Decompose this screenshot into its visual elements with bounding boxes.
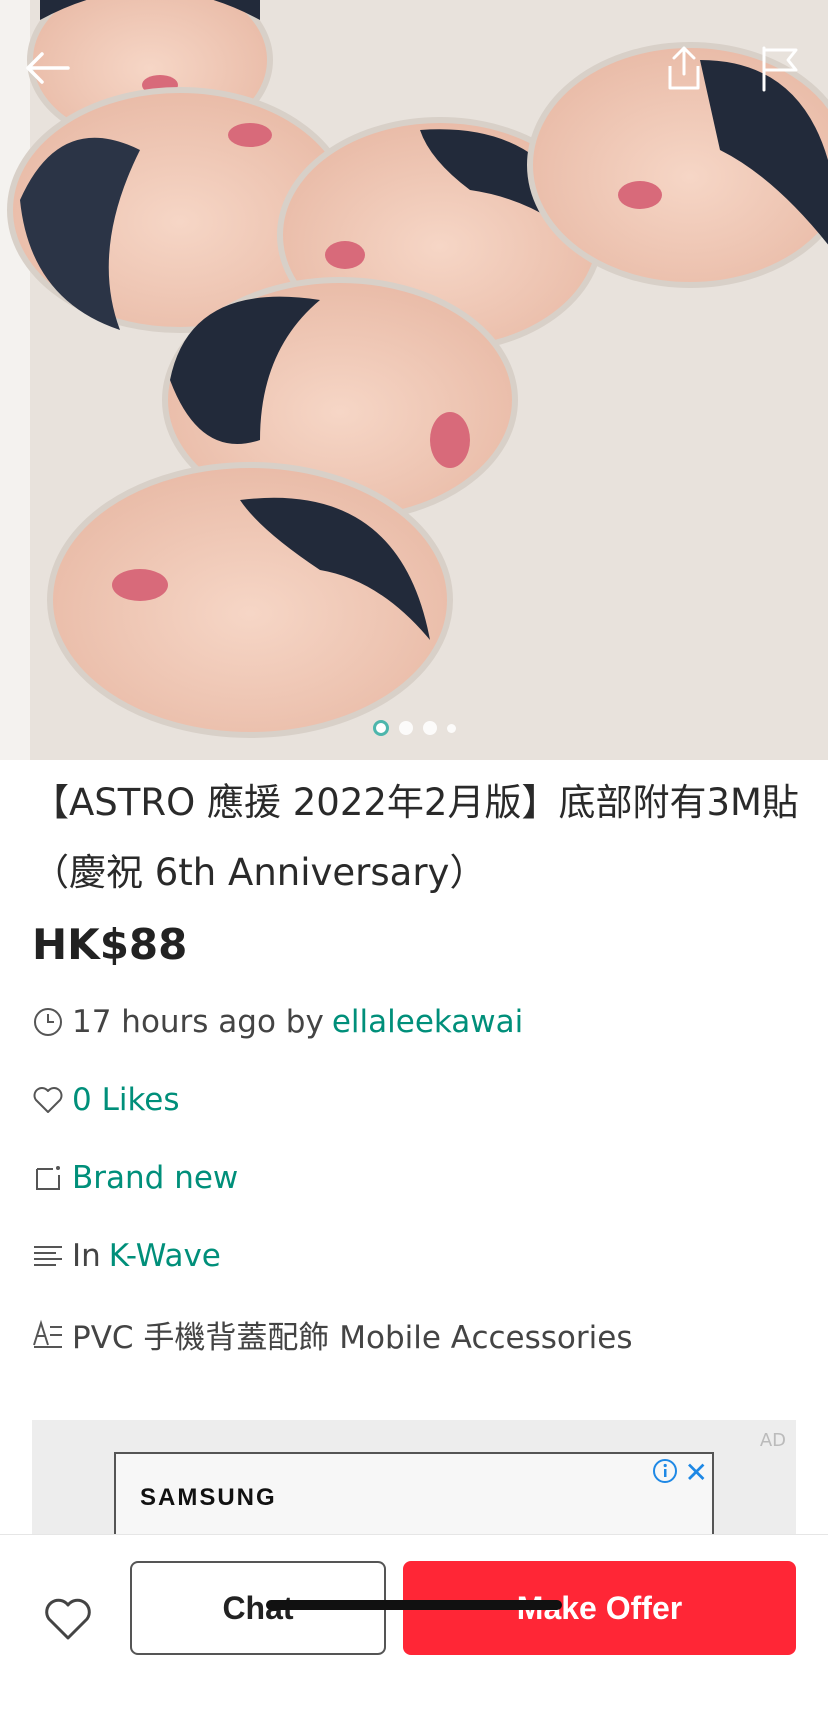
ad-brand: SAMSUNG [140,1484,277,1511]
category-prefix: In [72,1238,101,1274]
subcategory-row: PVC 手機背蓋配飾 Mobile Accessories [32,1314,633,1356]
like-button[interactable] [40,1591,96,1647]
listing-photo[interactable] [0,0,828,760]
likes-count[interactable]: 0 Likes [72,1082,180,1118]
condition-row: Brand new [32,1158,238,1198]
likes-row[interactable]: 0 Likes [32,1080,180,1120]
ad-label: AD [759,1430,786,1451]
subcategory-icon [32,1318,64,1350]
heart-icon [32,1084,64,1116]
close-icon[interactable]: ✕ [685,1456,708,1489]
posted-time: 17 hours ago by [72,1004,324,1040]
flag-icon [762,46,798,92]
gallery-dot-4[interactable] [446,723,456,733]
gallery-pagination [0,718,828,738]
listing-price: HK$88 [32,920,188,969]
category-link[interactable]: K-Wave [109,1238,221,1274]
heart-icon [45,1598,91,1640]
info-icon[interactable] [652,1458,678,1488]
report-button[interactable] [748,36,812,100]
seller-link[interactable]: ellaleekawai [332,1004,523,1040]
action-bar: Chat Make Offer [0,1534,828,1725]
subcategory-value: PVC 手機背蓋配飾 Mobile Accessories [72,1319,633,1356]
condition-icon [32,1162,64,1194]
category-row: In K-Wave [32,1236,221,1276]
share-icon [668,46,700,90]
gallery-dot-2[interactable] [398,721,413,735]
ad-card[interactable]: SAMSUNG ✕ [114,1452,714,1540]
listing-title: 【ASTRO 應援 2022年2月版】底部附有3M貼 （慶祝 6th Anniv… [32,781,799,894]
back-button[interactable] [16,36,80,100]
ad-banner[interactable]: AD SAMSUNG ✕ [32,1420,796,1540]
clock-icon [32,1006,64,1038]
back-arrow-icon [26,52,70,84]
gallery-dot-3[interactable] [422,721,437,735]
category-icon [32,1240,64,1272]
home-indicator [266,1600,562,1610]
gallery-dot-1[interactable] [372,720,389,736]
listing-photo-image [0,0,828,760]
posted-info: 17 hours ago by ellaleekawai [32,1002,523,1042]
share-button[interactable] [652,36,716,100]
condition-value[interactable]: Brand new [72,1160,238,1196]
